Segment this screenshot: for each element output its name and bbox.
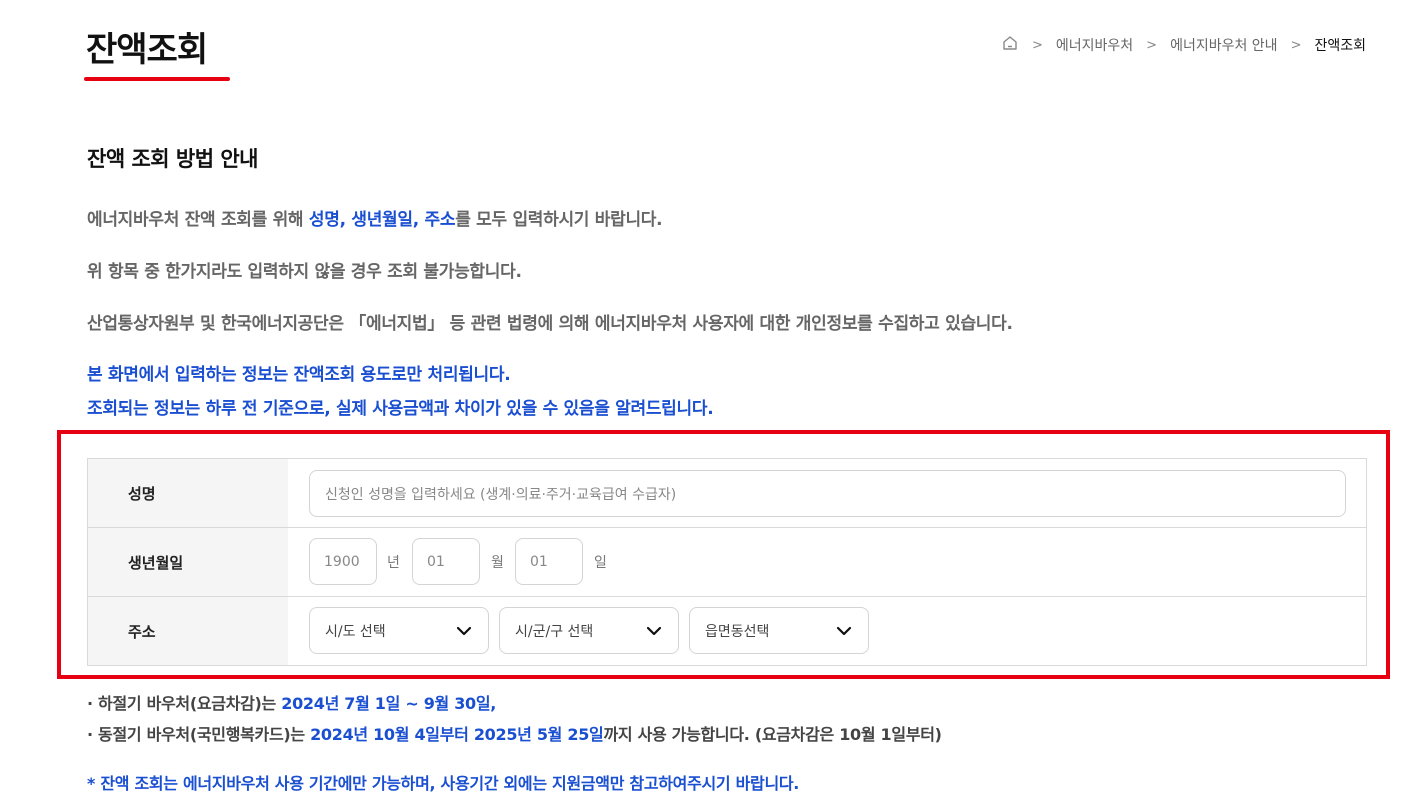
sido-select-value: 시/도 선택 bbox=[325, 623, 386, 640]
guide-line-3: 산업통상자원부 및 한국에너지공단은 「에너지법」 등 관련 법령에 의해 에너… bbox=[87, 314, 1013, 334]
guide-line-2: 위 항목 중 한가지라도 입력하지 않을 경우 조회 불가능합니다. bbox=[87, 262, 522, 282]
guide-line-1-pre: 에너지바우처 잔액 조회를 위해 bbox=[87, 210, 309, 230]
balance-form: 성명 신청인 성명을 입력하세요 (생계·의료·주거·교육급여 수급자) 생년월… bbox=[87, 458, 1367, 666]
emd-select-value: 읍면동선택 bbox=[705, 623, 770, 640]
home-icon bbox=[1003, 36, 1017, 50]
name-input[interactable]: 신청인 성명을 입력하세요 (생계·의료·주거·교육급여 수급자) bbox=[309, 470, 1346, 517]
name-label: 성명 bbox=[88, 459, 288, 527]
note-winter: · 동절기 바우처(국민행복카드)는 2024년 10월 4일부터 2025년 … bbox=[87, 721, 942, 745]
note-winter-post: 까지 사용 가능합니다. (요금차감은 10월 1일부터) bbox=[603, 725, 942, 744]
note-summer-pre: · 하절기 바우처(요금차감)는 bbox=[87, 694, 282, 713]
form-row-birth: 생년월일 1900 년 01 월 01 일 bbox=[88, 528, 1366, 597]
birth-label: 생년월일 bbox=[88, 528, 288, 596]
chevron-right-icon: > bbox=[1290, 37, 1302, 53]
birth-day-input[interactable]: 01 bbox=[515, 538, 583, 585]
privacy-notice: 본 화면에서 입력하는 정보는 잔액조회 용도로만 처리됩니다. 조회되는 정보… bbox=[87, 358, 714, 426]
emd-select[interactable]: 읍면동선택 bbox=[689, 607, 869, 654]
page-title: 잔액조회 bbox=[86, 30, 208, 70]
chevron-right-icon: > bbox=[1031, 37, 1043, 53]
guide-line-1: 에너지바우처 잔액 조회를 위해 성명, 생년월일, 주소를 모두 입력하시기 … bbox=[87, 205, 663, 230]
chevron-down-icon bbox=[646, 626, 662, 636]
note-summer: · 하절기 바우처(요금차감)는 2024년 7월 1일 ~ 9월 30일, bbox=[87, 690, 496, 714]
sigungu-select-value: 시/군/구 선택 bbox=[515, 623, 594, 640]
birth-year-unit: 년 bbox=[387, 555, 400, 571]
title-underline bbox=[84, 77, 230, 81]
breadcrumb-item-current[interactable]: 잔액조회 bbox=[1314, 35, 1366, 55]
guide-line-1-post: 를 모두 입력하시기 바랍니다. bbox=[455, 210, 663, 230]
note-winter-pre: · 동절기 바우처(국민행복카드)는 bbox=[87, 725, 311, 744]
sigungu-select[interactable]: 시/군/구 선택 bbox=[499, 607, 679, 654]
page: 잔액조회 > 에너지바우처 > 에너지바우처 안내 > 잔액조회 잔액 조회 방… bbox=[0, 0, 1408, 792]
guide-line-1-highlight: 성명, 생년월일, 주소 bbox=[308, 210, 456, 230]
breadcrumb: > 에너지바우처 > 에너지바우처 안내 > 잔액조회 bbox=[1001, 34, 1366, 56]
birth-day-unit: 일 bbox=[594, 555, 607, 571]
breadcrumb-item-voucher-guide[interactable]: 에너지바우처 안내 bbox=[1170, 35, 1278, 55]
chevron-down-icon bbox=[836, 626, 852, 636]
form-row-address: 주소 시/도 선택 시/군/구 선택 읍면동선택 bbox=[88, 597, 1366, 665]
form-row-name: 성명 신청인 성명을 입력하세요 (생계·의료·주거·교육급여 수급자) bbox=[88, 459, 1366, 528]
sido-select[interactable]: 시/도 선택 bbox=[309, 607, 489, 654]
birth-month-unit: 월 bbox=[491, 555, 504, 571]
breadcrumb-item-voucher[interactable]: 에너지바우처 bbox=[1056, 35, 1133, 55]
section-title: 잔액 조회 방법 안내 bbox=[87, 147, 259, 171]
privacy-notice-line-2: 조회되는 정보는 하루 전 기준으로, 실제 사용금액과 차이가 있을 수 있음… bbox=[87, 399, 714, 419]
breadcrumb-home[interactable] bbox=[1001, 34, 1019, 56]
birth-year-input[interactable]: 1900 bbox=[309, 538, 377, 585]
chevron-down-icon bbox=[456, 626, 472, 636]
privacy-notice-line-1: 본 화면에서 입력하는 정보는 잔액조회 용도로만 처리됩니다. bbox=[87, 365, 511, 385]
note-footer: * 잔액 조회는 에너지바우처 사용 기간에만 가능하며, 사용기간 외에는 지… bbox=[87, 774, 800, 792]
chevron-right-icon: > bbox=[1146, 37, 1158, 53]
address-label: 주소 bbox=[88, 597, 288, 665]
note-winter-date: 2024년 10월 4일부터 2025년 5월 25일 bbox=[310, 725, 604, 744]
birth-month-input[interactable]: 01 bbox=[412, 538, 480, 585]
note-summer-date: 2024년 7월 1일 ~ 9월 30일, bbox=[281, 694, 497, 713]
